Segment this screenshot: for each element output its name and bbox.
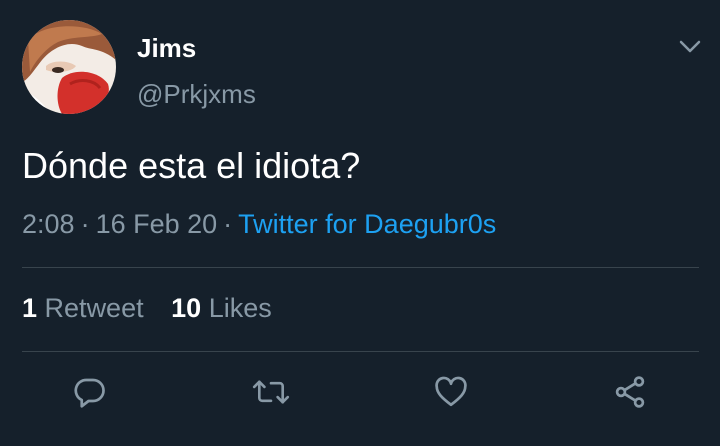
like-icon <box>435 376 467 407</box>
share-icon <box>615 376 645 408</box>
likes-stat[interactable]: 10 Likes <box>171 293 272 324</box>
tweet-stats: 1 Retweet 10 Likes <box>22 293 272 324</box>
likes-count: 10 <box>171 293 202 323</box>
meta-separator: · <box>80 209 90 239</box>
tweet-time[interactable]: 2:08 <box>22 209 75 239</box>
retweets-stat[interactable]: 1 Retweet <box>22 293 144 324</box>
retweets-count: 1 <box>22 293 38 323</box>
user-handle[interactable]: @Prkjxms <box>137 79 256 110</box>
retweet-button[interactable] <box>251 372 291 412</box>
chevron-down-icon[interactable] <box>677 36 703 56</box>
tweet-meta: 2:08 · 16 Feb 20 · Twitter for Daegubr0s <box>22 209 496 240</box>
display-name[interactable]: Jims <box>137 33 196 64</box>
likes-label: Likes <box>208 293 272 323</box>
tweet-text: Dónde esta el idiota? <box>22 145 361 186</box>
reply-button[interactable] <box>70 372 110 412</box>
tweet-date[interactable]: 16 Feb 20 <box>96 209 218 239</box>
avatar[interactable] <box>22 20 116 114</box>
meta-separator: · <box>223 209 233 239</box>
retweets-label: Retweet <box>44 293 144 323</box>
retweet-icon <box>252 380 290 404</box>
divider <box>22 267 699 268</box>
avatar-image <box>22 20 116 114</box>
divider <box>22 351 699 352</box>
tweet-source-link[interactable]: Twitter for Daegubr0s <box>238 209 496 239</box>
tweet-detail: Jims @Prkjxms Dónde esta el idiota? 2:08… <box>0 0 720 446</box>
reply-icon <box>74 378 105 408</box>
share-button[interactable] <box>610 372 650 412</box>
like-button[interactable] <box>431 372 471 412</box>
